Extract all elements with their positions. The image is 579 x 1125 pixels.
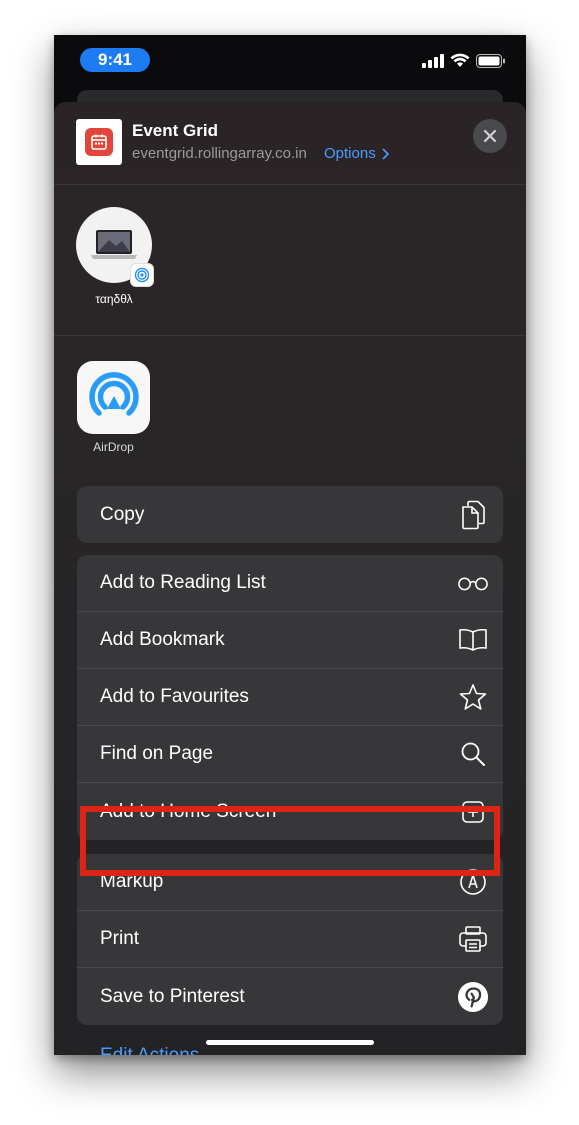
action-label: Copy: [100, 503, 145, 525]
chevron-right-icon: [382, 147, 389, 160]
printer-icon: [457, 923, 489, 955]
action-print[interactable]: Print: [77, 911, 503, 968]
action-label: Add to Home Screen: [100, 800, 277, 822]
wifi-icon: [450, 53, 470, 67]
laptop-icon: [91, 230, 137, 259]
add-square-icon: [457, 796, 489, 828]
action-group-browse: Add to Reading List Add Bookmark Add to …: [77, 555, 503, 840]
action-label: Save to Pinterest: [100, 985, 245, 1007]
airdrop-label: AirDrop: [93, 440, 134, 454]
cellular-signal-icon: [422, 53, 444, 68]
action-save-to-pinterest[interactable]: Save to Pinterest: [77, 968, 503, 1025]
home-indicator[interactable]: [206, 1040, 374, 1045]
close-button[interactable]: [473, 119, 507, 153]
airdrop-badge: [130, 263, 154, 287]
calendar-icon: [91, 134, 107, 150]
action-label: Find on Page: [100, 743, 214, 764]
airdrop-icon: [134, 267, 150, 283]
options-link[interactable]: Options: [324, 145, 389, 162]
action-add-bookmark[interactable]: Add Bookmark: [77, 612, 503, 669]
page-title: Event Grid: [132, 121, 218, 140]
contact-name: ταηδθλ: [95, 292, 133, 306]
action-copy[interactable]: Copy: [77, 486, 503, 543]
share-sheet-header: Event Grid eventgrid.rollingarray.co.in …: [54, 102, 526, 185]
apps-row: AirDrop: [54, 336, 526, 486]
search-icon: [457, 738, 489, 770]
phone-screen: 9:41 Event Grid eventgrid.rollingarray.c…: [54, 35, 526, 1055]
markup-icon: [457, 866, 489, 898]
pinterest-icon: [457, 981, 489, 1013]
action-find-on-page[interactable]: Find on Page: [77, 726, 503, 783]
status-icons: [422, 53, 506, 68]
action-add-to-favourites[interactable]: Add to Favourites: [77, 669, 503, 726]
action-add-to-home-screen[interactable]: Add to Home Screen: [77, 783, 503, 840]
battery-icon: [476, 53, 505, 68]
action-label: Add to Favourites: [100, 686, 249, 707]
action-label: Add Bookmark: [100, 629, 225, 650]
airdrop-icon: [88, 371, 139, 416]
edit-actions-link[interactable]: Edit Actions...: [100, 1045, 215, 1055]
action-group-primary: Copy: [77, 486, 503, 543]
close-icon: [483, 129, 497, 143]
action-markup[interactable]: Markup: [77, 854, 503, 911]
action-label: Print: [100, 928, 140, 949]
share-sheet: Event Grid eventgrid.rollingarray.co.in …: [54, 102, 526, 1055]
book-icon: [457, 624, 489, 656]
airdrop-app[interactable]: [77, 361, 150, 434]
options-label: Options: [324, 145, 376, 162]
app-thumbnail: [76, 119, 122, 165]
copy-icon: [457, 499, 489, 531]
page-url: eventgrid.rollingarray.co.in: [132, 145, 307, 162]
action-label: Markup: [100, 871, 164, 892]
status-time: 9:41: [80, 48, 150, 72]
action-add-to-reading-list[interactable]: Add to Reading List: [77, 555, 503, 612]
star-icon: [457, 681, 489, 713]
people-row: ταηδθλ: [54, 185, 526, 336]
glasses-icon: [457, 567, 489, 599]
action-label: Add to Reading List: [100, 572, 266, 593]
action-group-extensions: Markup Print Save to Pinterest: [77, 854, 503, 1025]
